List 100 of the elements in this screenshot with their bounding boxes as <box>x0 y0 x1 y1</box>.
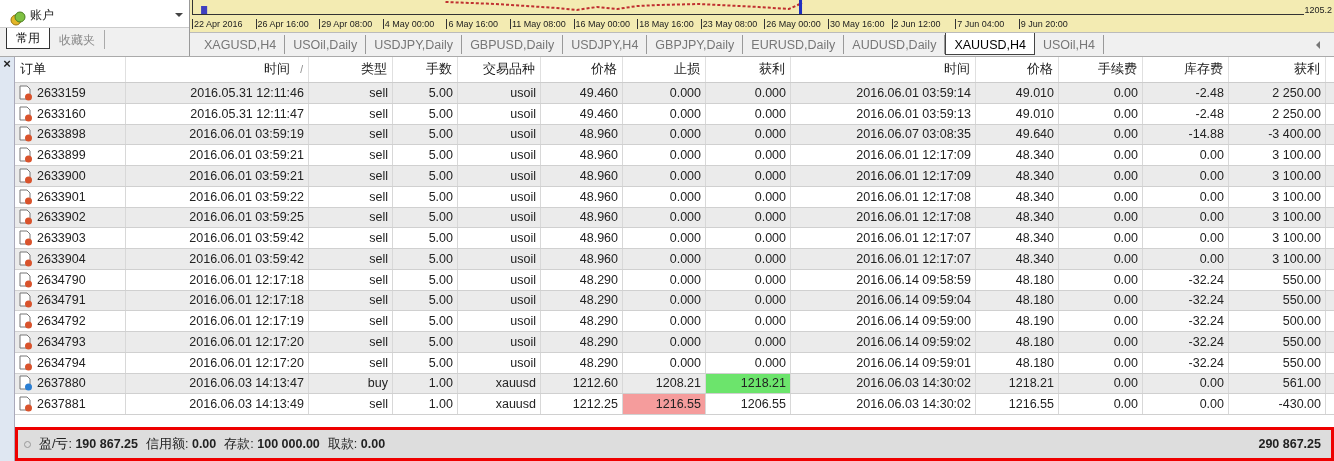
table-cell: 2016.06.01 03:59:14 <box>791 83 976 103</box>
table-cell: 48.960 <box>541 186 623 207</box>
table-cell: 0.00 <box>1143 228 1229 248</box>
table-cell: usoil <box>458 186 541 207</box>
table-cell: 5.00 <box>393 103 458 124</box>
navigator-tab[interactable]: 常用 <box>6 28 50 49</box>
table-cell: 2 250.00 <box>1229 103 1326 124</box>
table-cell: usoil <box>458 166 541 186</box>
column-header[interactable]: 交易品种 <box>458 57 541 82</box>
table-cell: xauusd <box>458 373 541 394</box>
axis-label: 18 May 16:00 <box>637 18 701 29</box>
table-cell: 49.460 <box>541 83 623 103</box>
column-header[interactable]: 获利 <box>1229 57 1326 82</box>
order-number: 2633901 <box>37 189 86 204</box>
table-cell: 2016.06.01 12:17:18 <box>126 269 309 290</box>
column-header[interactable]: 价格 <box>976 57 1059 82</box>
axis-label: 11 May 08:00 <box>509 18 574 29</box>
order-number: 2633903 <box>37 231 86 246</box>
column-header[interactable]: 库存费 <box>1143 57 1229 82</box>
table-cell: 0.000 <box>623 352 706 373</box>
table-cell: sell <box>309 311 393 331</box>
table-cell: xauusd <box>458 394 541 414</box>
table-cell: 0.000 <box>706 249 791 269</box>
chart-tab[interactable]: EURUSD,Daily <box>743 35 845 54</box>
table-cell: 5.00 <box>393 186 458 207</box>
table-cell: 550.00 <box>1229 290 1326 311</box>
table-cell: 5.00 <box>393 290 458 311</box>
table-cell: usoil <box>458 352 541 373</box>
axis-label: 16 May 00:00 <box>573 18 638 29</box>
close-button[interactable]: × <box>3 57 11 71</box>
table-cell: 5.00 <box>393 124 458 145</box>
table-cell: 48.340 <box>976 207 1059 228</box>
table-cell: sell <box>309 394 393 414</box>
column-header[interactable]: 价格 <box>541 57 623 82</box>
table-cell: 0.00 <box>1059 83 1143 103</box>
table-cell: 0.00 <box>1059 207 1143 228</box>
axis-label: 4 May 00:00 <box>382 18 447 29</box>
table-cell: 1218.21 <box>976 373 1059 394</box>
table-cell: 2016.06.01 03:59:42 <box>126 249 309 269</box>
table-cell: 0.000 <box>706 166 791 186</box>
table-cell: 2016.06.01 03:59:22 <box>126 186 309 207</box>
column-header[interactable]: 类型 <box>309 57 393 82</box>
axis-label: 23 May 08:00 <box>700 18 765 29</box>
axis-label: 2 Jun 12:00 <box>891 18 956 29</box>
table-cell: 1.00 <box>393 394 458 414</box>
table-cell: 49.460 <box>541 103 623 124</box>
table-cell: 0.000 <box>623 269 706 290</box>
order-number: 2637880 <box>37 376 86 391</box>
table-cell: 3 100.00 <box>1229 228 1326 248</box>
tree-item[interactable]: 账户 <box>30 7 54 27</box>
chart-tab[interactable]: USDJPY,H4 <box>563 35 648 54</box>
column-header[interactable]: 手数 <box>393 57 458 82</box>
table-cell: 0.000 <box>706 207 791 228</box>
order-number: 2633160 <box>37 106 86 121</box>
table-cell: 0.000 <box>706 186 791 207</box>
chart-tab[interactable]: XAUUSD,H4 <box>945 33 1035 55</box>
table-cell: 0.00 <box>1143 207 1229 228</box>
column-header[interactable]: 手续费 <box>1059 57 1143 82</box>
table-cell: 2016.06.14 09:58:59 <box>791 269 976 290</box>
column-header[interactable]: 时间 <box>791 57 976 82</box>
column-header[interactable]: 订单 <box>15 57 126 82</box>
chart-tab[interactable]: USOil,Daily <box>285 35 367 54</box>
table-cell: 0.000 <box>706 332 791 352</box>
axis-label: 9 Jun 20:00 <box>1018 18 1083 29</box>
table-cell: 2016.06.14 09:59:04 <box>791 290 976 311</box>
column-header[interactable]: 获利 <box>706 57 791 82</box>
table-cell: 2016.06.03 14:13:47 <box>126 373 309 394</box>
chart-tab[interactable]: USOil,H4 <box>1034 35 1105 54</box>
column-header[interactable]: 止损 <box>623 57 706 82</box>
chart-tab[interactable]: GBPJPY,Daily <box>647 35 744 54</box>
chart-tab[interactable]: XAGUSD,H4 <box>196 35 286 54</box>
table-cell: 1216.55 <box>976 394 1059 414</box>
order-number: 2633899 <box>37 148 86 163</box>
table-cell: sell <box>309 352 393 373</box>
table-cell: 2016.06.01 03:59:42 <box>126 228 309 248</box>
table-cell: usoil <box>458 290 541 311</box>
table-cell: -32.24 <box>1143 290 1229 311</box>
table-cell: 2016.06.07 03:08:35 <box>791 124 976 145</box>
table-cell: 48.290 <box>541 332 623 352</box>
table-cell: 0.00 <box>1059 249 1143 269</box>
table-cell: 1218.21 <box>706 373 791 394</box>
table-cell: 0.00 <box>1059 124 1143 145</box>
axis-label: 30 May 16:00 <box>827 18 892 29</box>
chart-tab[interactable]: GBPUSD,Daily <box>462 35 564 54</box>
chart-tab[interactable]: USDJPY,Daily <box>366 35 463 54</box>
table-cell: 48.340 <box>976 166 1059 186</box>
order-number: 2633159 <box>37 85 86 100</box>
table-cell: 0.00 <box>1059 352 1143 373</box>
column-header[interactable]: 时间 <box>264 61 291 78</box>
order-number: 2633904 <box>37 251 86 266</box>
table-cell: 49.010 <box>976 103 1059 124</box>
order-number: 2634793 <box>37 334 86 349</box>
table-cell: 48.340 <box>976 186 1059 207</box>
order-number: 2634794 <box>37 355 86 370</box>
table-cell: 2016.06.01 12:17:07 <box>791 249 976 269</box>
table-cell: 3 100.00 <box>1229 145 1326 165</box>
table-cell: -32.24 <box>1143 269 1229 290</box>
table-cell: -32.24 <box>1143 332 1229 352</box>
table-cell: 48.960 <box>541 166 623 186</box>
table-cell: 0.000 <box>623 166 706 186</box>
